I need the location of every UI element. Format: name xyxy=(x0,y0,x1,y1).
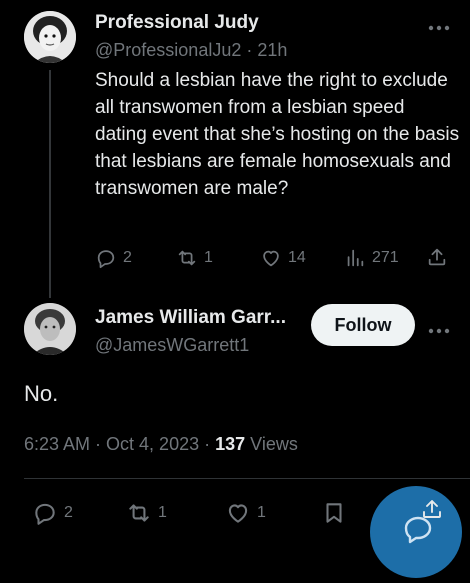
parent-author-handle[interactable]: @ProfessionalJu2 · 21h xyxy=(95,40,287,61)
heart-icon xyxy=(263,250,279,267)
parent-handle-text[interactable]: @ProfessionalJu2 xyxy=(95,40,241,60)
reply-reply-count: 2 xyxy=(64,504,73,521)
parent-author-name[interactable]: Professional Judy xyxy=(95,12,259,34)
reply-views-count: 137 xyxy=(215,434,246,454)
reply-timestamp[interactable]: 6:23 AM · Oct 4, 2023 · xyxy=(24,434,210,454)
parent-more-icon[interactable] xyxy=(428,18,450,36)
reply-avatar[interactable] xyxy=(24,303,76,355)
parent-repost-button[interactable]: 1 xyxy=(176,247,213,269)
reply-reply-button[interactable]: 2 xyxy=(32,500,73,526)
reply-icon xyxy=(97,250,115,269)
views-icon xyxy=(347,249,364,267)
avatar-portrait-image xyxy=(24,11,76,63)
repost-icon xyxy=(178,250,196,266)
repost-icon xyxy=(129,504,149,522)
parent-views-button[interactable]: 271 xyxy=(344,247,399,269)
heart-icon xyxy=(228,504,248,523)
separator-dot: · xyxy=(246,40,253,60)
reply-repost-count: 1 xyxy=(158,504,167,521)
avatar-portrait-image xyxy=(24,303,76,355)
reply-tweet-text: No. xyxy=(24,381,59,406)
thread-connector-line xyxy=(49,70,51,298)
reply-meta: 6:23 AM · Oct 4, 2023 · 137 Views xyxy=(24,434,298,455)
divider xyxy=(24,478,470,479)
parent-share-button[interactable] xyxy=(426,246,448,268)
parent-time[interactable]: 21h xyxy=(257,40,287,60)
parent-like-count: 14 xyxy=(288,249,306,266)
reply-share-button[interactable] xyxy=(420,497,444,521)
reply-repost-button[interactable]: 1 xyxy=(126,500,167,526)
compose-reply-fab[interactable] xyxy=(370,486,462,578)
compose-icon xyxy=(404,516,432,544)
reply-icon xyxy=(35,503,55,525)
reply-more-icon[interactable] xyxy=(428,321,450,339)
bookmark-icon xyxy=(326,503,342,523)
share-icon xyxy=(428,248,446,266)
follow-button[interactable]: Follow xyxy=(311,304,415,346)
parent-views-count: 271 xyxy=(372,249,399,266)
reply-bookmark-button[interactable] xyxy=(321,500,347,526)
parent-tweet-text: Should a lesbian have the right to exclu… xyxy=(95,70,460,199)
reply-views-label: Views xyxy=(250,434,298,454)
share-icon xyxy=(423,500,441,518)
parent-avatar[interactable] xyxy=(24,11,76,63)
parent-reply-button[interactable]: 2 xyxy=(95,247,132,269)
parent-like-button[interactable]: 14 xyxy=(260,247,306,269)
parent-reply-count: 2 xyxy=(123,249,132,266)
parent-repost-count: 1 xyxy=(204,249,213,266)
reply-like-count: 1 xyxy=(257,504,266,521)
reply-author-handle[interactable]: @JamesWGarrett1 xyxy=(95,335,249,356)
reply-like-button[interactable]: 1 xyxy=(225,500,266,526)
reply-author-name[interactable]: James William Garr... xyxy=(95,307,286,329)
